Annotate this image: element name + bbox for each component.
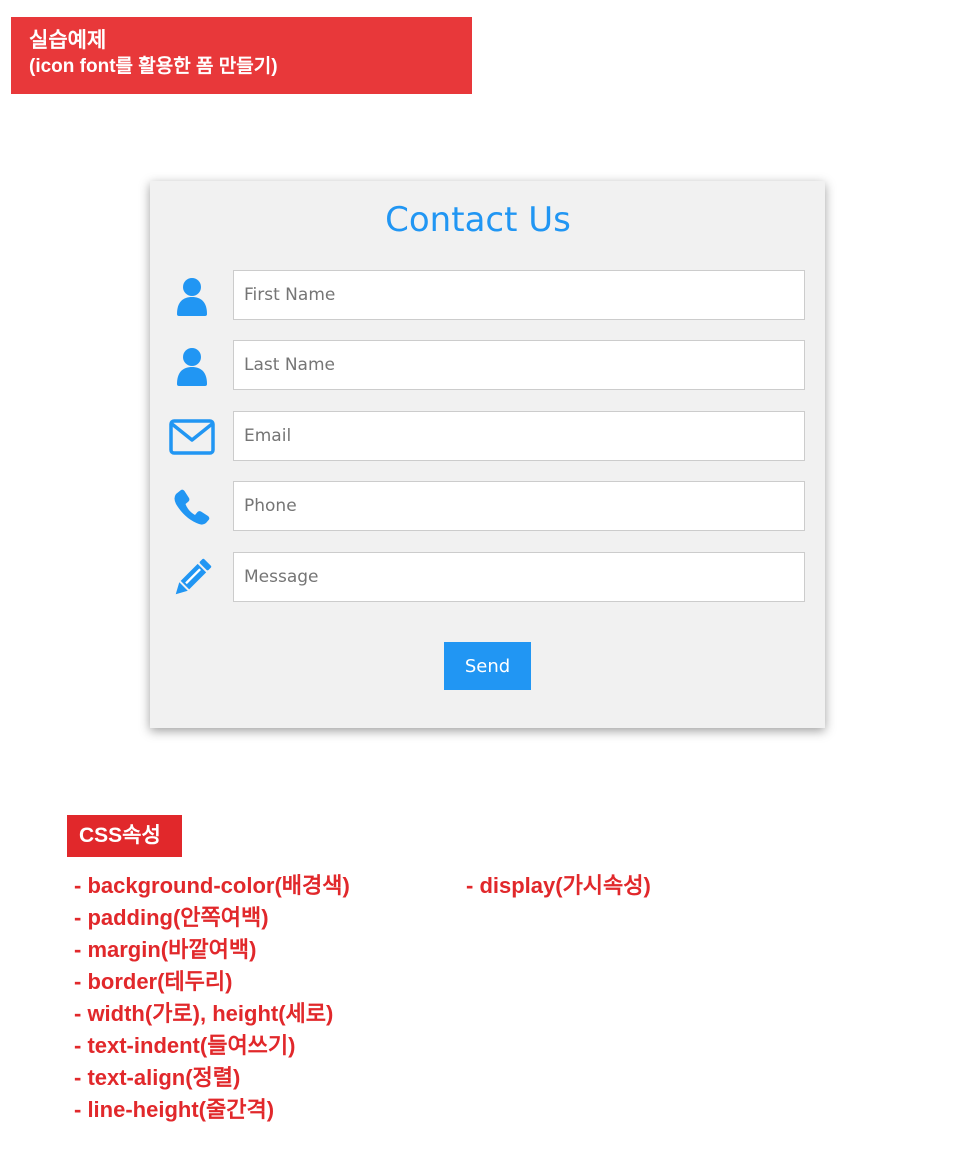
- property-item: - display(가시속성): [466, 873, 651, 898]
- example-banner: 실습예제 (icon font를 활용한 폼 만들기): [11, 17, 472, 94]
- first-name-row: [0, 270, 956, 322]
- property-item: - line-height(줄간격): [74, 1097, 275, 1122]
- first-name-input[interactable]: [233, 270, 805, 320]
- property-item: - margin(바깥여백): [74, 937, 257, 962]
- envelope-icon: [168, 411, 216, 463]
- css-properties-list-secondary: - display(가시속성): [466, 870, 651, 902]
- pencil-icon: [168, 552, 216, 604]
- email-row: [0, 411, 956, 463]
- css-properties-list: - background-color(배경색) - padding(안쪽여백) …: [74, 870, 350, 1126]
- phone-input[interactable]: [233, 481, 805, 531]
- property-item: - padding(안쪽여백): [74, 905, 269, 930]
- last-name-input[interactable]: [233, 340, 805, 390]
- form-title: Contact Us: [385, 200, 571, 240]
- property-item: - border(테두리): [74, 969, 233, 994]
- user-icon: [168, 270, 216, 322]
- message-input[interactable]: [233, 552, 805, 602]
- last-name-row: [0, 340, 956, 392]
- phone-row: [0, 481, 956, 533]
- property-item: - text-indent(들여쓰기): [74, 1033, 296, 1058]
- user-icon: [168, 340, 216, 392]
- property-item: - width(가로), height(세로): [74, 1001, 334, 1026]
- property-item: - text-align(정렬): [74, 1065, 241, 1090]
- send-button[interactable]: Send: [444, 642, 531, 690]
- phone-icon: [168, 481, 216, 533]
- property-item: - background-color(배경색): [74, 873, 350, 898]
- banner-title: 실습예제: [29, 29, 107, 52]
- banner-subtitle: (icon font를 활용한 폼 만들기): [29, 56, 278, 77]
- css-properties-badge: CSS속성: [67, 815, 182, 857]
- message-row: [0, 552, 956, 604]
- email-input[interactable]: [233, 411, 805, 461]
